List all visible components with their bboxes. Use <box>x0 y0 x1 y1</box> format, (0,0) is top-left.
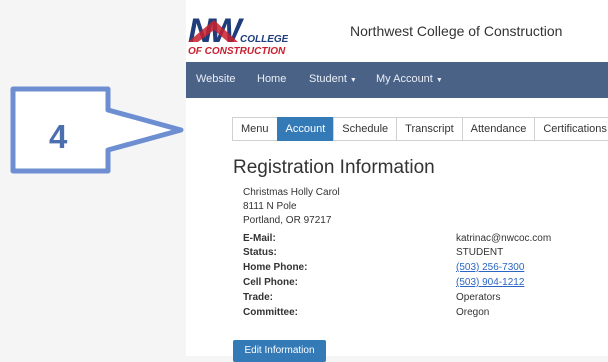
trade-value: Operators <box>456 292 501 303</box>
committee-label: Committee: <box>243 307 299 318</box>
tab-account[interactable]: Account <box>276 117 335 141</box>
page-title: Registration Information <box>233 157 435 178</box>
tab-attendance[interactable]: Attendance <box>461 117 536 141</box>
top-navbar: Website Home Student ▼ My Account ▼ <box>186 62 608 98</box>
caret-down-icon: ▼ <box>435 77 443 84</box>
nav-website-label: Website <box>196 73 236 85</box>
college-title: Northwest College of Construction <box>350 23 563 39</box>
nav-student-label: Student <box>309 73 347 85</box>
nav-my-account-label: My Account <box>376 73 433 85</box>
nav-home-label: Home <box>257 73 287 85</box>
nav-my-account-dropdown[interactable]: My Account ▼ <box>376 73 443 85</box>
nav-student-dropdown[interactable]: Student ▼ <box>309 73 357 85</box>
cell-phone-link[interactable]: (503) 904-1212 <box>456 277 524 288</box>
tab-menu[interactable]: Menu <box>232 117 278 141</box>
callout-number: 4 <box>49 118 68 155</box>
status-value: STUDENT <box>456 247 504 258</box>
status-label: Status: <box>243 247 277 258</box>
tab-transcript[interactable]: Transcript <box>396 117 463 141</box>
college-logo[interactable]: NW COLLEGE OF CONSTRUCTION <box>188 12 288 60</box>
callout-arrow <box>10 86 184 174</box>
trade-label: Trade: <box>243 292 274 303</box>
cell-phone-label: Cell Phone: <box>243 277 299 288</box>
email-label: E-Mail: <box>243 233 276 244</box>
edit-information-button[interactable]: Edit Information <box>233 340 326 362</box>
nav-website[interactable]: Website <box>196 73 236 85</box>
email-value: katrinac@nwcoc.com <box>456 233 552 244</box>
home-phone-link[interactable]: (503) 256-7300 <box>456 262 524 273</box>
address-street: 8111 N Pole <box>243 201 297 212</box>
student-name: Christmas Holly Carol <box>243 187 340 198</box>
committee-value: Oregon <box>456 307 490 318</box>
logo-college-text: COLLEGE <box>240 34 288 45</box>
address-city: Portland, OR 97217 <box>243 215 332 226</box>
home-phone-label: Home Phone: <box>243 262 308 273</box>
logo-construction-text: OF CONSTRUCTION <box>188 46 286 57</box>
account-tabs: Menu Account Schedule Transcript Attenda… <box>232 117 608 141</box>
tab-certifications[interactable]: Certifications <box>534 117 608 141</box>
nav-home[interactable]: Home <box>257 73 286 85</box>
tab-schedule[interactable]: Schedule <box>333 117 398 141</box>
caret-down-icon: ▼ <box>349 77 357 84</box>
